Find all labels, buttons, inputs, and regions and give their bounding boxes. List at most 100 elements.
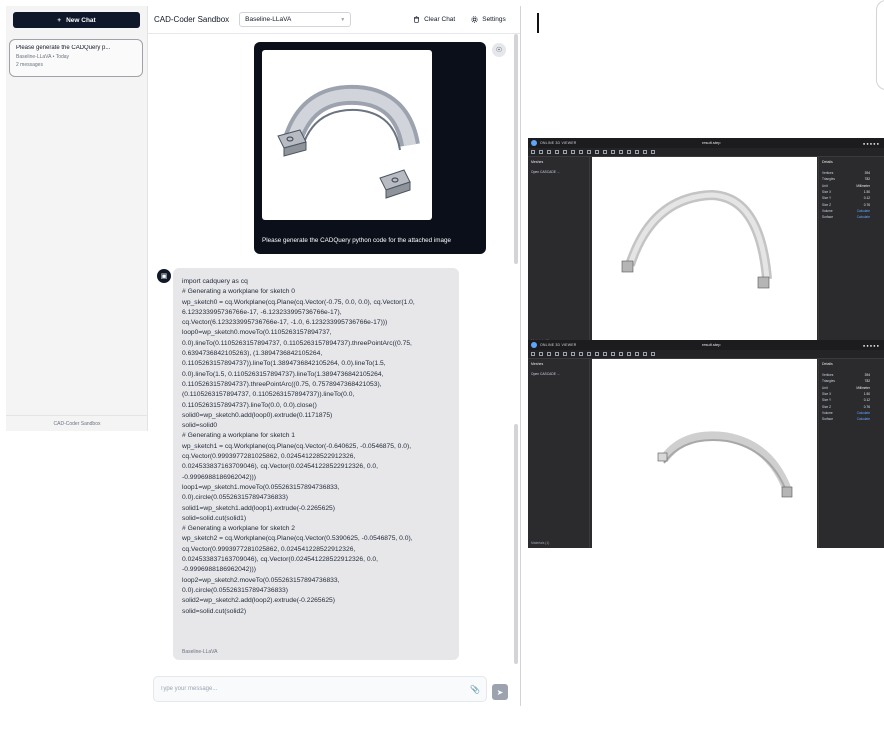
detail-key: Volume — [822, 410, 833, 415]
sidebar-footer: CAD-Coder Sandbox — [6, 415, 148, 431]
code-line: 0.0).lineTo(1.5, 0.1105263157894737).lin… — [182, 370, 384, 378]
detail-value[interactable]: Calculate — [857, 209, 870, 213]
gear-icon — [471, 16, 478, 23]
send-icon: ➤ — [496, 687, 504, 697]
paperclip-icon[interactable]: 📎 — [470, 685, 480, 694]
assistant-model-label: Baseline-LLaVA — [182, 649, 218, 655]
plus-icon: + — [57, 16, 62, 24]
clear-chat-label: Clear Chat — [424, 16, 456, 23]
detail-row: Size Y 0.12 — [822, 196, 870, 200]
detail-row: Unit Millimeter — [822, 184, 870, 188]
code-line: solid1=wp_sketch1.add(loop1).extrude(-0.… — [182, 504, 335, 512]
mesh-item[interactable]: Open CASCADE ... — [531, 372, 560, 376]
code-line: solid2=wp_sketch2.add(loop2).extrude(-0.… — [182, 597, 335, 605]
detail-value[interactable]: Calculate — [857, 411, 870, 415]
code-line: 0.024533837163709046), cq.Vector(0.02454… — [182, 463, 378, 471]
user-message: Please generate the CADQuery python code… — [254, 42, 486, 254]
chat-item-model: Baseline-LLaVA — [16, 54, 52, 60]
chat-item-meta: Baseline-LLaVA • Today — [16, 54, 136, 60]
detail-value[interactable]: Calculate — [857, 417, 870, 421]
detail-key: Unit — [822, 183, 828, 188]
viewer-toolbar[interactable] — [528, 350, 884, 359]
code-line: 0.1105263157894737).lineTo(0.0, 0.0).clo… — [182, 401, 317, 409]
clear-chat-button[interactable]: Clear Chat — [413, 16, 455, 23]
detail-row: Size Z 0.76 — [822, 203, 870, 207]
code-line: # Generating a workplane for sketch 0 — [182, 288, 296, 296]
code-block: import cadquery as cq # Generating a work… — [182, 277, 450, 617]
code-line: (0.1105263157894737, 0.1105263157894737)… — [182, 391, 355, 399]
send-button[interactable]: ➤ — [492, 684, 508, 700]
scrollbar-lower[interactable] — [514, 424, 518, 664]
model-select[interactable]: Baseline-LLaVA ▼ — [239, 12, 352, 27]
code-line: cq.Vector(6.123233995736766e-17, -1.0, 6… — [182, 319, 388, 327]
viewer-titlebar: ONLINE 3D VIEWER result.step ●●●●● — [528, 340, 884, 350]
detail-row: Surface Calculate — [822, 215, 870, 219]
scrollbar-upper[interactable] — [514, 34, 518, 264]
chat-app: + New Chat Please generate the CADQuery … — [6, 6, 521, 706]
details-label: Details — [822, 160, 833, 164]
chat-history-item[interactable]: Please generate the CADQuery p... Baseli… — [9, 39, 143, 77]
code-line: solid0=wp_sketch0.add(loop0).extrude(0.1… — [182, 411, 333, 419]
code-line: import cadquery as cq — [182, 278, 248, 285]
mesh-item[interactable]: Open CASCADE ... — [531, 170, 560, 174]
detail-row: Triangles 782 — [822, 177, 870, 181]
code-line: 0.024533837163709046), cq.Vector(0.02454… — [182, 556, 378, 564]
detail-value[interactable]: Calculate — [857, 215, 870, 219]
detail-value: Millimeter — [856, 385, 870, 390]
chat-item-date: Today — [55, 54, 70, 60]
viewer-toolbar[interactable] — [528, 148, 884, 157]
chevron-down-icon: ▼ — [340, 16, 346, 23]
code-line: 6.123233995736766e-17, -6.12323399573676… — [182, 308, 342, 316]
detail-row: Surface Calculate — [822, 417, 870, 421]
detail-key: Triangles — [822, 379, 835, 384]
materials-label: Materials (1) — [531, 541, 550, 545]
detail-value: 0.12 — [863, 196, 870, 201]
detail-value: 1.50 — [863, 189, 870, 194]
detail-value: 782 — [864, 379, 870, 384]
detail-row: Size Y 0.12 — [822, 398, 870, 402]
detail-row: Size X 1.50 — [822, 392, 870, 396]
settings-button[interactable]: Settings — [471, 16, 506, 23]
code-line: loop0=wp_sketch0.moveTo(0.11052631578947… — [182, 329, 332, 337]
detail-row: Vertices 394 — [822, 171, 870, 175]
detail-value: 782 — [864, 177, 870, 182]
detail-value: 1.50 — [863, 391, 870, 396]
message-input[interactable] — [160, 686, 460, 692]
code-line: solid=solid.cut(solid1) — [182, 514, 247, 522]
viewer-logo-icon — [531, 342, 537, 348]
model-select-value: Baseline-LLaVA — [245, 16, 292, 23]
user-avatar: ☉ — [492, 43, 506, 57]
viewer-window-icons[interactable]: ●●●●● — [863, 141, 880, 146]
detail-row: Volume Calculate — [822, 411, 870, 415]
viewer-file-name: result.step — [702, 140, 721, 145]
detail-key: Vertices — [822, 171, 834, 175]
code-line: 0.1105263157894737)).lineTo(1.3894736842… — [182, 360, 386, 368]
attached-image — [262, 50, 432, 220]
code-line: 0.0).circle(0.055263157894736833) — [182, 586, 288, 594]
code-line: solid=solid.cut(solid2) — [182, 607, 247, 615]
trash-icon — [414, 16, 420, 23]
viewer-3d-canvas[interactable] — [592, 359, 817, 548]
detail-value: 394 — [864, 373, 870, 377]
page-title: CAD-Coder Sandbox — [154, 15, 230, 24]
viewer-3d-canvas[interactable] — [592, 157, 817, 346]
cad-part-render — [277, 84, 420, 199]
code-line: cq.Vector(0.9993977281025862, 0.02454122… — [182, 453, 356, 461]
detail-key: Size Z — [822, 202, 832, 207]
detail-row: Size X 1.50 — [822, 190, 870, 194]
detail-key: Vertices — [822, 373, 834, 377]
code-line: 0.6394736842105263), (1.3894736842105264… — [182, 350, 323, 358]
viewer-details-panel: Details Vertices 394 Triangles 782 Unit Milli… — [818, 359, 884, 548]
code-line: 0.0).lineTo(0.1105263157894737, 0.110526… — [182, 339, 412, 347]
detail-value: 0.12 — [863, 398, 870, 403]
detail-key: Size X — [822, 391, 832, 396]
chat-item-title: Please generate the CADQuery p... — [16, 45, 111, 51]
viewer-window-icons[interactable]: ●●●●● — [863, 343, 880, 348]
viewer-titlebar: ONLINE 3D VIEWER result.step ●●●●● — [528, 138, 884, 148]
meshes-label: Meshes — [531, 160, 544, 164]
detail-value: 0.76 — [863, 404, 870, 409]
new-chat-button[interactable]: + New Chat — [13, 12, 140, 28]
code-line: 0.1105263157894737).threePointArc((0.75,… — [182, 380, 382, 388]
code-line: wp_sketch1 = cq.Workplane(cq.Plane(cq.Ve… — [182, 442, 412, 450]
detail-row: Size Z 0.76 — [822, 405, 870, 409]
